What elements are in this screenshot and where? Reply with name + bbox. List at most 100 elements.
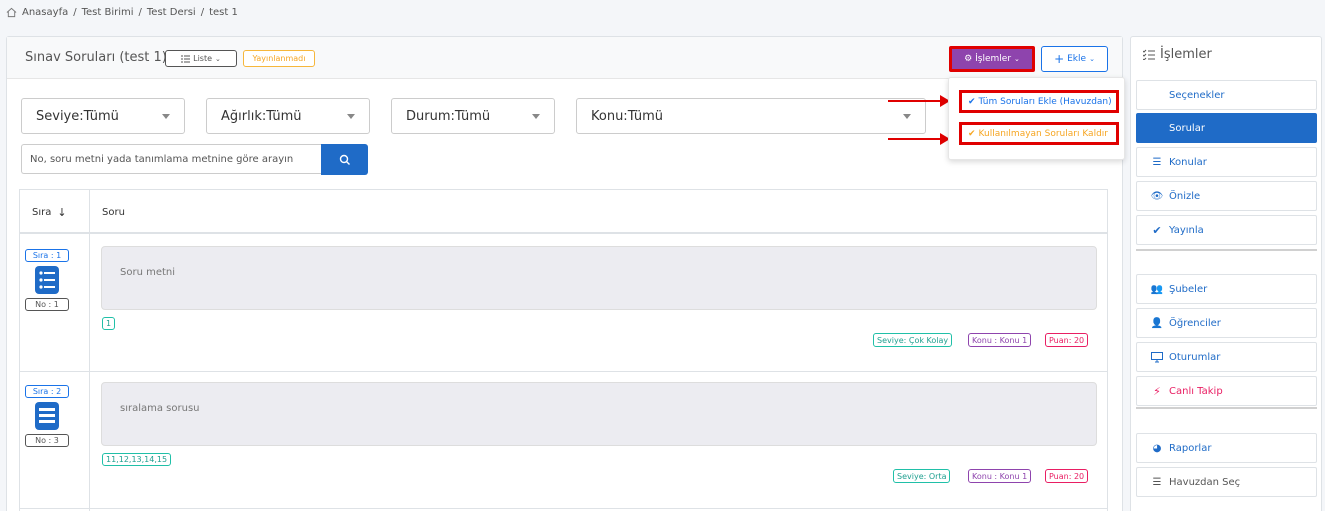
add-button[interactable]: + Ekle ⌄ bbox=[1041, 46, 1108, 72]
breadcrumb-home[interactable]: Anasayfa bbox=[22, 7, 68, 18]
operations-button[interactable]: ⚙ İşlemler ⌄ bbox=[949, 46, 1035, 72]
question-text: Soru metni bbox=[120, 267, 176, 278]
level-filter-value: Seviye:Tümü bbox=[36, 108, 119, 124]
check-icon: ✔ bbox=[968, 96, 976, 107]
sidebar-header: İşlemler bbox=[1131, 37, 1321, 71]
sidebar-item-select-from-pool[interactable]: ☰ Havuzdan Seç bbox=[1136, 467, 1317, 497]
user-icon: 👤 bbox=[1150, 317, 1164, 329]
points-tag: Puan: 20 bbox=[1045, 469, 1089, 483]
breadcrumb-separator: / bbox=[200, 7, 205, 18]
sidebar-item-publish[interactable]: ✔ Yayınla bbox=[1136, 215, 1317, 245]
order-badge: Sıra : 1 bbox=[25, 249, 69, 262]
search-button[interactable] bbox=[321, 144, 368, 175]
column-header-question: Soru bbox=[102, 207, 125, 218]
topic-tag: Konu : Konu 1 bbox=[968, 469, 1032, 483]
ordering-question-icon bbox=[35, 402, 59, 430]
add-label: Ekle bbox=[1067, 54, 1087, 64]
question-text-box[interactable]: sıralama sorusu bbox=[101, 382, 1097, 446]
questions-icon bbox=[1151, 122, 1163, 134]
answer-badge: 1 bbox=[102, 317, 116, 330]
level-filter-select[interactable]: Seviye:Tümü bbox=[21, 98, 185, 134]
caret-down-icon bbox=[532, 114, 540, 119]
list-icon bbox=[181, 55, 191, 62]
sidebar-item-preview[interactable]: 👁 Önizle bbox=[1136, 181, 1317, 211]
sidebar-item-label: Öğrenciler bbox=[1169, 317, 1221, 329]
breadcrumb-separator: / bbox=[73, 7, 77, 18]
sidebar-item-label: Havuzdan Seç bbox=[1169, 476, 1241, 488]
question-text-box[interactable]: Soru metni bbox=[101, 246, 1097, 310]
card-header: Sınav Soruları (test 1) Liste ⌄ Yayınlan… bbox=[7, 37, 1122, 79]
menu-item-label: Kullanılmayan Soruları Kaldır bbox=[978, 128, 1108, 139]
table-row: Sıra : 2 No : 3 sıralama sorusu 11,12,13… bbox=[20, 373, 1107, 509]
sidebar-item-students[interactable]: 👤 Öğrenciler bbox=[1136, 308, 1317, 338]
table-header: Sıra ↓ Soru bbox=[20, 190, 1107, 234]
eye-icon: 👁 bbox=[1150, 190, 1164, 202]
sidebar-item-label: Yayınla bbox=[1169, 224, 1204, 236]
users-icon: 👥 bbox=[1150, 283, 1164, 295]
breadcrumb-current: test 1 bbox=[209, 7, 238, 18]
topic-filter-value: Konu:Tümü bbox=[591, 108, 663, 124]
chevron-down-icon: ⌄ bbox=[1089, 55, 1095, 63]
operations-sidebar: İşlemler Seçenekler Sorular ☰ Konular 👁 … bbox=[1130, 36, 1322, 511]
multiple-choice-icon bbox=[35, 266, 59, 294]
weight-filter-value: Ağırlık:Tümü bbox=[221, 108, 302, 124]
chevron-down-icon: ⌄ bbox=[215, 54, 221, 63]
questions-table: Sıra ↓ Soru Sıra : 1 No : 1 Soru metni 1… bbox=[19, 189, 1108, 511]
sidebar-divider bbox=[1136, 249, 1317, 251]
question-text: sıralama sorusu bbox=[120, 403, 200, 414]
weight-filter-select[interactable]: Ağırlık:Tümü bbox=[206, 98, 370, 134]
caret-down-icon bbox=[903, 114, 911, 119]
view-mode-button[interactable]: Liste ⌄ bbox=[165, 50, 237, 67]
order-badge: Sıra : 2 bbox=[25, 385, 69, 398]
list-check-icon: ☰ bbox=[1152, 476, 1162, 488]
status-filter-value: Durum:Tümü bbox=[406, 108, 491, 124]
sidebar-item-label: Seçenekler bbox=[1169, 89, 1225, 101]
sidebar-title: İşlemler bbox=[1160, 46, 1212, 62]
search-icon bbox=[339, 154, 350, 165]
sidebar-item-branches[interactable]: 👥 Şubeler bbox=[1136, 274, 1317, 304]
sidebar-item-sessions[interactable]: Oturumlar bbox=[1136, 342, 1317, 372]
sidebar-item-label: Konular bbox=[1169, 156, 1207, 168]
remove-unused-questions-menu-item[interactable]: ✔ Kullanılmayan Soruları Kaldır bbox=[959, 122, 1119, 145]
search-placeholder: No, soru metni yada tanımlama metnine gö… bbox=[30, 153, 294, 165]
operations-label: İşlemler bbox=[975, 54, 1012, 64]
number-badge: No : 3 bbox=[25, 434, 69, 447]
level-tag: Seviye: Çok Kolay bbox=[873, 333, 953, 347]
topic-filter-select[interactable]: Konu:Tümü bbox=[576, 98, 926, 134]
monitor-icon bbox=[1151, 351, 1163, 363]
number-badge: No : 1 bbox=[25, 298, 69, 311]
annotation-arrow bbox=[888, 133, 950, 145]
home-icon[interactable] bbox=[6, 7, 17, 18]
status-filter-select[interactable]: Durum:Tümü bbox=[391, 98, 555, 134]
sidebar-item-label: Canlı Takip bbox=[1169, 385, 1223, 397]
check-icon: ✔ bbox=[968, 128, 976, 139]
sidebar-item-topics[interactable]: ☰ Konular bbox=[1136, 147, 1317, 177]
breadcrumb-unit[interactable]: Test Birimi bbox=[82, 7, 134, 18]
points-tag: Puan: 20 bbox=[1045, 333, 1089, 347]
gear-icon: ⚙ bbox=[964, 54, 973, 64]
chevron-down-icon: ⌄ bbox=[1014, 55, 1020, 63]
level-tag: Seviye: Orta bbox=[893, 469, 951, 483]
sidebar-item-label: Raporlar bbox=[1169, 442, 1212, 454]
sidebar-item-reports[interactable]: ◕ Raporlar bbox=[1136, 433, 1317, 463]
arrow-down-icon: ↓ bbox=[57, 206, 67, 219]
caret-down-icon bbox=[347, 114, 355, 119]
list-check-icon bbox=[1143, 49, 1155, 60]
breadcrumb-separator: / bbox=[138, 7, 142, 18]
sidebar-item-questions[interactable]: Sorular bbox=[1136, 113, 1317, 143]
topic-tag: Konu : Konu 1 bbox=[968, 333, 1032, 347]
breadcrumb-course[interactable]: Test Dersi bbox=[147, 7, 196, 18]
search-input[interactable]: No, soru metni yada tanımlama metnine gö… bbox=[21, 144, 321, 174]
annotation-arrow bbox=[888, 95, 950, 107]
sidebar-item-label: Oturumlar bbox=[1169, 351, 1221, 363]
page-title: Sınav Soruları (test 1) bbox=[25, 50, 167, 65]
sort-by-order-header[interactable]: Sıra ↓ bbox=[32, 206, 67, 219]
check-icon: ✔ bbox=[1152, 223, 1162, 237]
sidebar-item-label: Şubeler bbox=[1169, 283, 1208, 295]
status-badge: Yayınlanmadı bbox=[243, 50, 315, 67]
add-all-questions-from-pool-menu-item[interactable]: ✔ Tüm Soruları Ekle (Havuzdan) bbox=[959, 90, 1119, 113]
sidebar-item-options[interactable]: Seçenekler bbox=[1136, 80, 1317, 110]
options-icon bbox=[1151, 89, 1163, 101]
sidebar-item-live-tracking[interactable]: ⚡ Canlı Takip bbox=[1136, 376, 1317, 406]
column-header-order: Sıra bbox=[32, 207, 52, 218]
